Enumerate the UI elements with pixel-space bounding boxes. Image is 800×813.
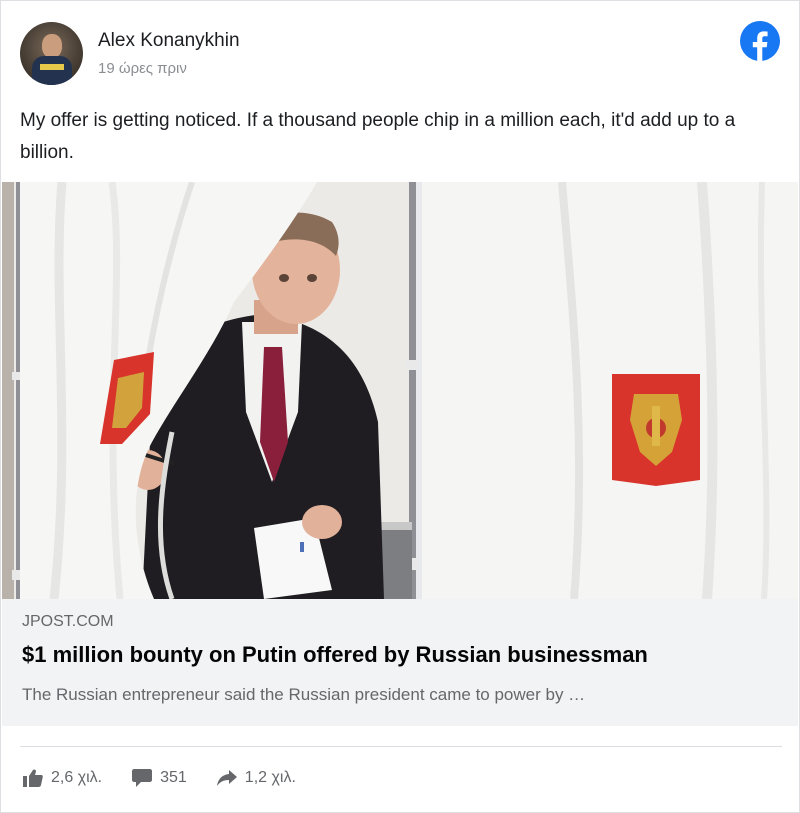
shares-count: 1,2 χιλ. (244, 769, 296, 786)
link-preview[interactable]: JPOST.COM $1 million bounty on Putin off… (2, 599, 798, 726)
comments-stat[interactable]: 351 (132, 769, 187, 787)
shares-stat[interactable]: 1,2 χιλ. (216, 769, 296, 787)
author-name[interactable]: Alex Konanykhin (98, 30, 240, 52)
facebook-logo-icon[interactable] (740, 21, 780, 61)
thumbs-up-icon (23, 769, 43, 787)
facebook-post-card: Alex Konanykhin 19 ώρες πριν My offer is… (0, 0, 800, 813)
divider (20, 746, 782, 747)
post-timestamp[interactable]: 19 ώρες πριν (98, 60, 187, 77)
avatar[interactable] (20, 22, 83, 85)
speech-bubble-icon (132, 769, 153, 787)
link-description: The Russian entrepreneur said the Russia… (22, 685, 586, 704)
post-image[interactable] (2, 182, 798, 599)
likes-stat[interactable]: 2,6 χιλ. (23, 769, 102, 787)
comments-count: 351 (160, 769, 187, 786)
engagement-stats: 2,6 χιλ. 351 1,2 χιλ. (23, 767, 326, 789)
link-headline[interactable]: $1 million bounty on Putin offered by Ru… (22, 642, 648, 668)
link-domain: JPOST.COM (22, 613, 114, 630)
post-text: My offer is getting noticed. If a thousa… (20, 110, 736, 163)
share-arrow-icon (216, 770, 237, 786)
likes-count: 2,6 χιλ. (51, 769, 103, 786)
